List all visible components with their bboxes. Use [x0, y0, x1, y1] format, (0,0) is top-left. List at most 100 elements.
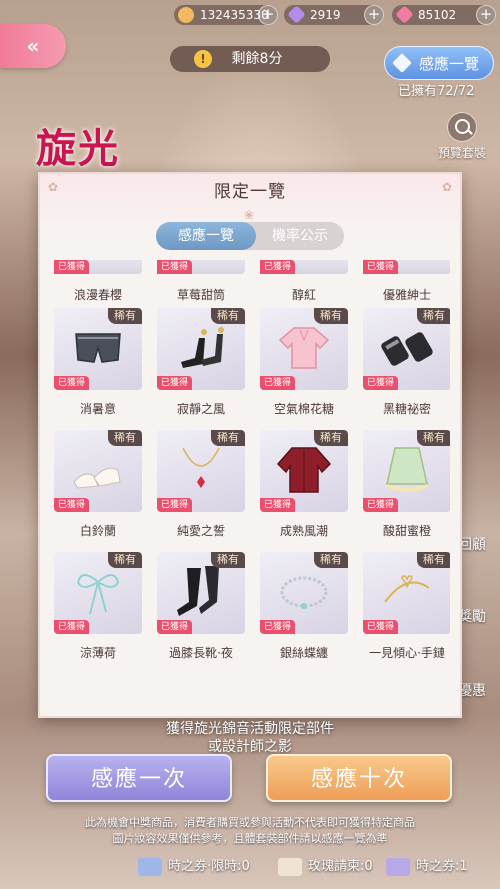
item-name: 白鈴蘭 — [79, 524, 116, 538]
disclaimer-line-2: 圖片妝容效果僅供參考，且體套裝部件請以感應一覽為準 — [112, 832, 388, 845]
got-badge: 已獲得 — [363, 376, 399, 390]
time-ticket-limited-icon — [138, 858, 162, 876]
induction-list-button[interactable]: 感應一覽 — [384, 46, 494, 80]
add-purple-diamonds-button[interactable]: + — [364, 5, 384, 25]
got-badge: 已獲得 — [157, 498, 193, 512]
rare-badge: 稀有 — [314, 552, 348, 568]
ticket-time: 時之券:1 — [386, 854, 468, 880]
choker-icon — [280, 576, 328, 609]
event-info-line-1: 獲得旋光錦音活動限定部件 — [166, 721, 334, 737]
item-card-partial[interactable]: 已獲得 — [363, 260, 450, 274]
item-card-image: 稀有 已獲得 — [157, 308, 245, 390]
item-card[interactable]: 稀有 已獲得 成熟風潮 — [260, 430, 348, 539]
got-badge: 已獲得 — [363, 260, 399, 274]
item-card[interactable]: 稀有 已獲得 白鈴蘭 — [54, 430, 142, 539]
event-timer: ! 剩餘8分 — [170, 46, 330, 72]
rare-badge: 稀有 — [108, 430, 142, 446]
side-label-offer[interactable]: 優惠 — [458, 680, 486, 700]
item-card[interactable]: 稀有 已獲得 空氣棉花糖 — [260, 308, 348, 417]
item-card[interactable]: 稀有 已獲得 黑糖祕密 — [363, 308, 450, 417]
item-card-partial[interactable]: 已獲得 — [54, 260, 142, 274]
purple-diamond-icon — [287, 5, 306, 24]
rare-badge: 稀有 — [314, 430, 348, 446]
item-card-partial[interactable]: 已獲得 — [260, 260, 348, 274]
item-card-image: 稀有 已獲得 — [54, 430, 142, 512]
item-card-image: 稀有 已獲得 — [157, 430, 245, 512]
item-name: 酸甜蜜橙 — [382, 524, 431, 538]
event-info-line-2: 或設計師之影 — [208, 739, 292, 755]
item-grid[interactable]: 已獲得 已獲得 已獲得 已獲得 浪漫春櫻 草莓甜筒 醇紅 優雅紳士 稀有 已獲得… — [54, 260, 450, 690]
ticket-time-label: 時之券:1 — [416, 859, 468, 874]
disclaimer-line-1: 此為機會中獎商品，消費者購買或參與活動不代表即可獲得特定商品 — [85, 816, 415, 829]
rose-invitation-icon — [278, 858, 302, 876]
currency-purple-diamonds: 2919 + — [284, 5, 384, 25]
item-name: 浪漫春櫻 — [73, 288, 122, 302]
tab-induction-list[interactable]: 感應一覽 — [156, 222, 256, 250]
got-badge: 已獲得 — [54, 376, 90, 390]
currency-pink-value: 85102 — [418, 8, 457, 22]
timer-text: 剩餘8分 — [231, 51, 283, 67]
induction-list-label: 感應一覽 — [418, 55, 479, 73]
back-button[interactable]: « — [0, 24, 66, 68]
item-card[interactable]: 稀有 已獲得 銀絲蝶纏 — [260, 552, 348, 661]
ticket-limited-label: 時之券·限時:0 — [168, 859, 250, 874]
rare-badge: 稀有 — [108, 552, 142, 568]
rare-badge: 稀有 — [417, 430, 450, 446]
draw-ten-button[interactable]: 感應十次 — [266, 754, 452, 802]
got-badge: 已獲得 — [157, 260, 193, 274]
time-ticket-icon — [386, 858, 410, 876]
jacket-icon — [276, 447, 332, 493]
got-badge: 已獲得 — [54, 498, 90, 512]
draw-once-button[interactable]: 感應一次 — [46, 754, 232, 802]
corner-ornament-icon: ✿ — [441, 180, 452, 194]
item-card-image: 稀有 已獲得 — [260, 552, 348, 634]
item-name: 銀絲蝶纏 — [279, 646, 328, 660]
add-coins-button[interactable]: + — [258, 5, 278, 25]
item-card[interactable]: 稀有 已獲得 一見傾心·手鏈 — [363, 552, 450, 661]
pink-diamond-icon — [395, 5, 414, 24]
top-bar: 132435330 + 2919 + 85102 + — [0, 0, 500, 30]
item-card-partial[interactable]: 已獲得 — [157, 260, 245, 274]
cat-coin-icon — [178, 7, 194, 23]
item-name: 優雅紳士 — [382, 288, 431, 302]
currency-purple-value: 2919 — [310, 8, 341, 22]
shorts-icon — [75, 333, 121, 363]
item-card[interactable]: 稀有 已獲得 純愛之誓 — [157, 430, 245, 539]
side-label-reward[interactable]: 獎勵 — [458, 606, 486, 626]
back-icon: « — [26, 34, 40, 58]
item-card-image: 稀有 已獲得 — [363, 308, 450, 390]
got-badge: 已獲得 — [260, 620, 296, 634]
item-name: 醇紅 — [291, 288, 316, 302]
rare-badge: 稀有 — [417, 308, 450, 324]
item-card[interactable]: 稀有 已獲得 過膝長靴·夜 — [157, 552, 245, 661]
got-badge: 已獲得 — [363, 620, 399, 634]
got-badge: 已獲得 — [157, 376, 193, 390]
currency-pink-diamonds: 85102 + — [392, 5, 496, 25]
got-badge: 已獲得 — [54, 260, 90, 274]
skirt-icon — [386, 447, 428, 492]
bracelet-icon — [384, 575, 430, 603]
event-logo: 旋光 — [36, 125, 120, 172]
rare-badge: 稀有 — [211, 308, 245, 324]
modal-tabs: 感應一覽 機率公示 — [156, 222, 344, 250]
rare-badge: 稀有 — [211, 430, 245, 446]
ticket-limited: 時之券·限時:0 — [138, 854, 250, 880]
add-pink-diamonds-button[interactable]: + — [476, 5, 496, 25]
item-name: 成熟風潮 — [279, 524, 328, 538]
item-card-image: 稀有 已獲得 — [363, 430, 450, 512]
boots-icon — [181, 327, 224, 368]
preview-outfit-button[interactable]: 預覽套裝 — [434, 112, 490, 161]
item-card[interactable]: 稀有 已獲得 消暑意 — [54, 308, 142, 417]
item-card[interactable]: 稀有 已獲得 寂靜之風 — [157, 308, 245, 417]
exclamation-icon: ! — [194, 50, 212, 68]
item-card-image: 稀有 已獲得 — [260, 308, 348, 390]
got-badge: 已獲得 — [54, 620, 90, 634]
modal-title: 限定一覽 — [214, 182, 286, 202]
side-label-review[interactable]: 回顧 — [458, 534, 486, 554]
got-badge: 已獲得 — [260, 260, 296, 274]
rare-badge: 稀有 — [211, 552, 245, 568]
rare-badge: 稀有 — [417, 552, 450, 568]
item-card[interactable]: 稀有 已獲得 酸甜蜜橙 — [363, 430, 450, 539]
item-card[interactable]: 稀有 已獲得 涼薄荷 — [54, 552, 142, 661]
tab-probability[interactable]: 機率公示 — [256, 222, 344, 250]
